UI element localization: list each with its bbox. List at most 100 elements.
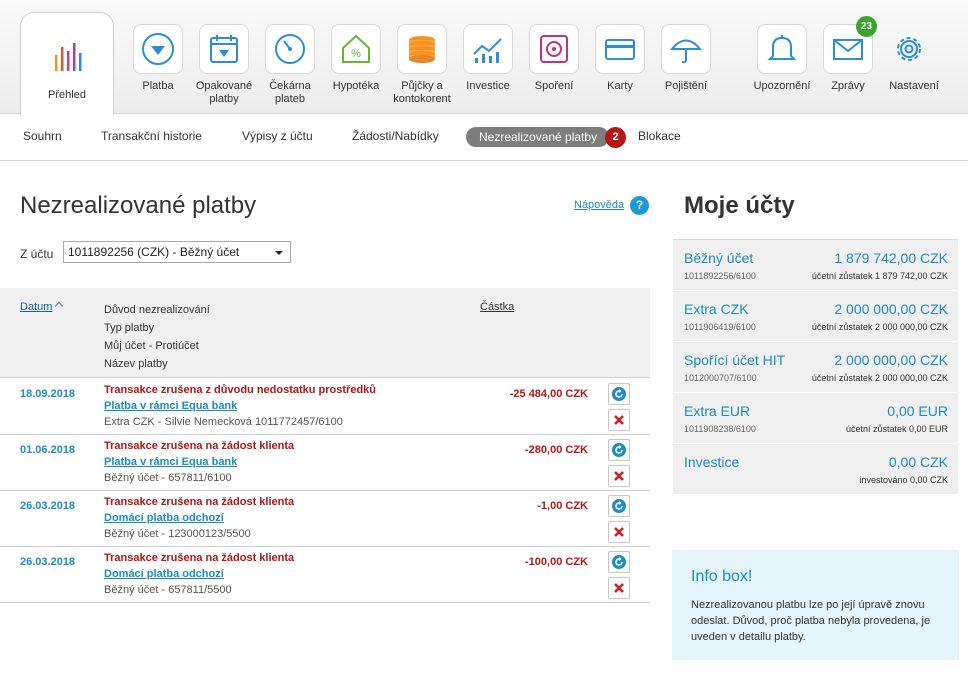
delete-payment-button[interactable] <box>608 409 630 431</box>
table-row: 26.03.2018 Transakce zrušena na žádost k… <box>0 547 650 603</box>
row-payment-type-link[interactable]: Platba v rámci Equa bank <box>104 456 237 468</box>
account-number: 1011892256/6100 <box>684 271 756 281</box>
account-name[interactable]: Spořící účet HIT <box>684 352 785 368</box>
row-date: 18.09.2018 <box>20 388 76 400</box>
sort-ascending-icon[interactable] <box>54 301 64 311</box>
row-accounts: Extra CZK - Silvie Nemecková 1011772457/… <box>104 416 343 428</box>
retry-payment-button[interactable] <box>608 383 630 405</box>
row-payment-type-link[interactable]: Platba v rámci Equa bank <box>104 400 237 412</box>
nav-item-investice[interactable]: Investice <box>458 24 518 93</box>
gauge-icon <box>265 24 315 74</box>
sort-date-header[interactable]: Datum <box>20 301 52 313</box>
nav-label: Investice <box>466 80 510 92</box>
house-percent-icon: % <box>331 24 381 74</box>
tab-transakcni-historie[interactable]: Transakční historie <box>101 129 202 143</box>
close-icon <box>614 471 624 481</box>
main-navigation: Přehled Platba Opakované platby Čekárna … <box>0 0 968 115</box>
info-box-text: Nezrealizovanou platbu lze po její úprav… <box>691 599 931 643</box>
tab-souhrn[interactable]: Souhrn <box>23 129 62 143</box>
tab-count-badge: 2 <box>605 127 626 148</box>
delete-payment-button[interactable] <box>608 465 630 487</box>
row-reason: Transakce zrušena na žádost klienta <box>104 496 295 508</box>
tab-zadosti-nabidky[interactable]: Žádosti/Nabídky <box>352 129 439 143</box>
account-item[interactable]: Investice 0,00 CZK investováno 0,00 CZK <box>673 444 958 495</box>
account-balance: 1 879 742,00 CZK <box>834 250 948 266</box>
nav-item-hypoteka[interactable]: % Hypotéka <box>326 24 386 93</box>
account-book-balance: účetní zůstatek 2 000 000,00 CZK <box>811 373 948 383</box>
messages-count-badge: 23 <box>856 16 877 37</box>
calendar-download-icon <box>199 24 249 74</box>
table-row: 26.03.2018 Transakce zrušena na žádost k… <box>0 491 650 547</box>
nav-label: Upozornění <box>753 80 811 92</box>
row-payment-type-link[interactable]: Domácí platba odchozí <box>104 568 224 580</box>
account-name[interactable]: Investice <box>684 454 739 470</box>
account-item[interactable]: Extra EUR 1011908238/6100 0,00 EUR účetn… <box>673 393 958 444</box>
retry-payment-button[interactable] <box>608 551 630 573</box>
account-item[interactable]: Spořící účet HIT 1012000707/6100 2 000 0… <box>673 342 958 393</box>
chart-bars-icon <box>21 27 115 87</box>
nav-item-zpravy[interactable]: 23 Zprávy <box>818 16 878 93</box>
row-amount: -280,00 CZK <box>525 444 588 456</box>
nav-item-upozorneni[interactable]: Upozornění <box>752 24 812 93</box>
nav-item-cekarna-plateb[interactable]: Čekárna plateb <box>260 24 320 106</box>
sub-navigation: Souhrn Transakční historie Výpisy z účtu… <box>0 115 968 161</box>
credit-card-icon <box>595 24 645 74</box>
nav-label: Pojištění <box>664 80 708 92</box>
row-date: 26.03.2018 <box>20 556 76 568</box>
nav-item-sporeni[interactable]: Spoření <box>524 24 584 93</box>
nav-item-pujcky[interactable]: Půjčky a kontokorent <box>392 24 452 106</box>
nav-item-prehled[interactable]: Přehled <box>20 12 114 115</box>
my-accounts-title: Moje účty <box>684 192 795 219</box>
tab-nezrealizovane-platby[interactable]: Nezrealizované platby <box>466 127 610 147</box>
row-amount: -1,00 CZK <box>537 500 588 512</box>
gear-icon <box>884 24 934 74</box>
accounts-list: Běžný účet 1011892256/6100 1 879 742,00 … <box>673 239 958 495</box>
account-book-balance: účetní zůstatek 1 879 742,00 CZK <box>811 271 948 281</box>
retry-payment-button[interactable] <box>608 439 630 461</box>
account-name[interactable]: Běžný účet <box>684 250 753 266</box>
info-box-title: Info box! <box>691 568 753 585</box>
nav-label: Opakované platby <box>195 80 253 105</box>
header-line: Důvod nezrealizování <box>104 304 210 316</box>
nav-label: Zprávy <box>831 80 865 92</box>
header-line: Název platby <box>104 358 168 370</box>
nav-item-opakovane-platby[interactable]: Opakované platby <box>194 24 254 106</box>
question-icon[interactable]: ? <box>630 196 649 215</box>
account-select-value: 1011892256 (CZK) - Běžný účet <box>68 245 240 259</box>
coin-stack-icon <box>397 24 447 74</box>
tab-vypisy-z-uctu[interactable]: Výpisy z účtu <box>242 129 313 143</box>
nav-item-karty[interactable]: Karty <box>590 24 650 93</box>
sort-amount-header[interactable]: Částka <box>480 301 514 313</box>
account-balance: 0,00 EUR <box>887 403 948 419</box>
row-date: 26.03.2018 <box>20 500 76 512</box>
account-number: 1011908238/6100 <box>684 424 756 434</box>
account-number: 1012000707/6100 <box>684 373 757 383</box>
nav-item-pojisteni[interactable]: Pojištění <box>656 24 716 93</box>
refresh-icon <box>612 499 626 513</box>
account-book-balance: účetní zůstatek 0,00 EUR <box>845 424 948 434</box>
retry-payment-button[interactable] <box>608 495 630 517</box>
refresh-icon <box>612 387 626 401</box>
account-invested: investováno 0,00 CZK <box>859 475 948 485</box>
nav-item-nastaveni[interactable]: Nastavení <box>884 24 944 93</box>
account-item[interactable]: Běžný účet 1011892256/6100 1 879 742,00 … <box>673 240 958 291</box>
info-box: Info box! Nezrealizovanou platbu lze po … <box>672 550 959 660</box>
help-link[interactable]: Nápověda <box>574 199 624 211</box>
tab-blokace[interactable]: Blokace <box>638 129 681 143</box>
reason-column-header: Důvod nezrealizování Typ platby Můj účet… <box>104 301 210 373</box>
account-select[interactable]: 1011892256 (CZK) - Běžný účet <box>63 241 291 263</box>
row-accounts: Běžný účet - 657811/6100 <box>104 472 232 484</box>
account-balance: 2 000 000,00 CZK <box>834 301 948 317</box>
account-name[interactable]: Extra EUR <box>684 403 750 419</box>
delete-payment-button[interactable] <box>608 521 630 543</box>
nav-label: Spoření <box>534 80 574 92</box>
account-item[interactable]: Extra CZK 1011906419/6100 2 000 000,00 C… <box>673 291 958 342</box>
nav-item-platba[interactable]: Platba <box>128 24 188 93</box>
account-number: 1011906419/6100 <box>684 322 756 332</box>
delete-payment-button[interactable] <box>608 577 630 599</box>
row-accounts: Běžný účet - 123000123/5500 <box>104 528 251 540</box>
refresh-icon <box>612 555 626 569</box>
account-name[interactable]: Extra CZK <box>684 301 749 317</box>
line-chart-icon <box>463 24 513 74</box>
row-payment-type-link[interactable]: Domácí platba odchozí <box>104 512 224 524</box>
